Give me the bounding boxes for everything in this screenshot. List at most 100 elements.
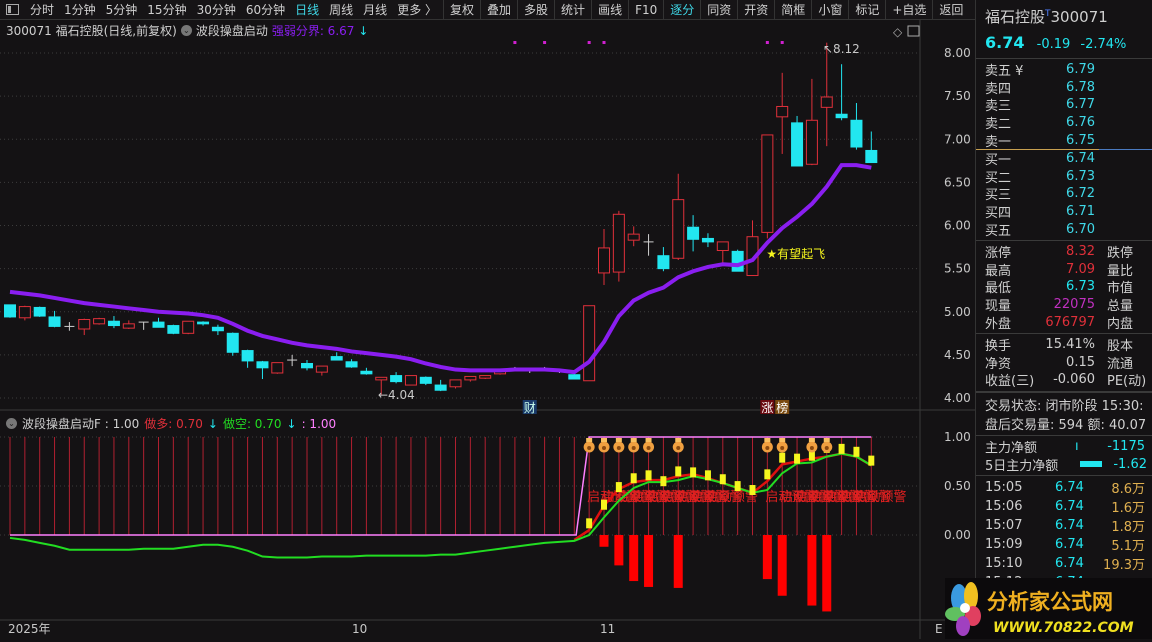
tick-row: 15:10 6.74 19.3万 (976, 554, 1152, 573)
tick-price: 6.74 (1055, 536, 1084, 552)
candle (583, 305, 596, 382)
candle (167, 324, 180, 335)
fund5-row: 5日主力净额 -1.62 (985, 456, 1147, 474)
candle (107, 316, 120, 329)
extra-value: : 1.00 (301, 416, 337, 431)
stat-label: 流通 (1107, 356, 1134, 372)
tick-row: 15:05 6.74 8.6万 (976, 478, 1152, 497)
stat-label: 收益(三) (985, 374, 1035, 390)
signal-dot (765, 41, 769, 44)
candle (404, 375, 417, 386)
bid-row: 买二 6.73 (976, 168, 1152, 186)
stat-row: 换手 15.41% 股本 (976, 336, 1152, 354)
price-tick: 4.50 (944, 348, 971, 362)
negative-bar (822, 535, 832, 612)
stat-value: 7.09 (1066, 261, 1095, 277)
candle (449, 379, 462, 389)
tick-volume: 8.6万 (1111, 481, 1145, 497)
ask-row: 卖五 ¥ 6.79 (976, 61, 1152, 79)
stat-label: 涨停 (985, 246, 1012, 262)
level-label: 买三 (985, 188, 1012, 204)
candle (301, 360, 313, 371)
kline-chart[interactable]: ◇ 8.00 7.50 7.00 6.50 6.00 5.50 5.00 4.50 4.00 1.0… (0, 0, 975, 639)
candle (4, 304, 16, 318)
candle (672, 173, 685, 260)
candle (701, 233, 714, 248)
price-line: 6.74 -0.19 -2.74% (976, 27, 1152, 56)
stat-label: PE(动) (1107, 374, 1147, 390)
yellow-bar (690, 467, 697, 478)
candle (64, 322, 75, 331)
short-value: 做空: 0.70 (222, 417, 282, 431)
stat-label: 内盘 (1107, 316, 1134, 332)
indicator-header: ⌄ 波段操盘启动F : 1.00 做多: 0.70 ↓ 做空: 0.70 ↓ :… (6, 415, 336, 432)
indicator-dropdown-icon[interactable]: ⌄ (6, 418, 17, 429)
yellow-bar (630, 473, 637, 484)
stat-label: 市值 (1107, 281, 1134, 297)
money-bag-icon (583, 438, 595, 453)
yellow-bar (586, 518, 593, 529)
yellow-bar (779, 452, 786, 463)
stat-row: 净资 0.15 流通 (976, 354, 1152, 372)
level-price: 6.70 (1066, 221, 1095, 237)
watermark-logo-icon: 分析家公式网 WWW.70822.COM (945, 582, 1134, 636)
stat-row: 涨停 8.32 跌停 (976, 243, 1152, 261)
signal-dot (587, 41, 591, 44)
indicator-tick: 1.00 (944, 430, 971, 444)
level-label: 买四 (985, 206, 1012, 222)
money-bag-icon (613, 438, 625, 453)
stat-label: 量比 (1107, 263, 1134, 279)
candle (78, 318, 91, 336)
stat-value: -0.060 (1053, 372, 1095, 388)
stat-value: 8.32 (1066, 244, 1095, 260)
candle (271, 362, 284, 374)
tick-row: 15:06 6.74 1.6万 (976, 497, 1152, 516)
candle (791, 115, 804, 167)
negative-bar (777, 535, 787, 596)
candle (731, 249, 744, 272)
price-tick: 7.00 (944, 132, 971, 146)
ask-row: 卖一 6.75 (976, 131, 1152, 150)
date-tick: 2025年 (8, 622, 51, 636)
money-bag-icon (821, 438, 833, 453)
level-price: 6.73 (1066, 168, 1095, 184)
yellow-bar (764, 469, 771, 480)
candle (182, 320, 195, 335)
yellow-bar (704, 470, 711, 481)
level-label: 卖二 (985, 117, 1012, 133)
ask-row: 卖二 6.76 (976, 114, 1152, 132)
candle (850, 103, 863, 150)
tick-time: 15:09 (985, 536, 1023, 552)
signal-dot (780, 41, 784, 44)
rank-tag[interactable]: 榜 (776, 400, 788, 415)
stock-code: 300071 (1050, 8, 1108, 26)
level-label: 卖五 ¥ (985, 64, 1024, 80)
rank-tag[interactable]: 涨 (761, 400, 773, 415)
candle (643, 234, 654, 256)
finance-tag[interactable]: 财 (524, 401, 536, 415)
stat-value: 6.73 (1066, 279, 1095, 295)
date-tick: 10 (352, 622, 367, 636)
watermark: 分析家公式网 WWW.70822.COM (945, 578, 1152, 639)
diamond-icon[interactable]: ◇ (893, 25, 903, 39)
stock-name: 福石控股 (985, 8, 1046, 26)
quote-panel: 福石控股T300071 6.74 -0.19 -2.74% 卖五 ¥6.79 卖四… (975, 0, 1152, 639)
tick-price: 6.74 (1055, 517, 1084, 533)
candle (419, 376, 432, 386)
candle (820, 42, 833, 147)
candle (805, 78, 818, 166)
yellow-bar (719, 474, 726, 485)
level-price: 6.77 (1066, 97, 1095, 113)
bid-row: 买一 6.74 (976, 150, 1152, 168)
low-label: ←4.04 (378, 388, 415, 402)
stat-label: 现量 (985, 299, 1012, 315)
candle (598, 228, 610, 286)
last-price: 6.74 (985, 33, 1025, 52)
stock-header: 福石控股T300071 (976, 0, 1152, 27)
indicator-title: 波段操盘启动F : 1.00 (22, 417, 140, 431)
tick-list[interactable]: 15:05 6.74 8.6万 15:06 6.74 1.6万 15:07 6.74 1.8万 1… (976, 478, 1152, 592)
panel-toggle-icon[interactable] (907, 25, 920, 37)
tick-row: 15:09 6.74 5.1万 (976, 535, 1152, 554)
price-tick: 7.50 (944, 89, 971, 103)
tick-volume: 1.6万 (1111, 500, 1145, 516)
